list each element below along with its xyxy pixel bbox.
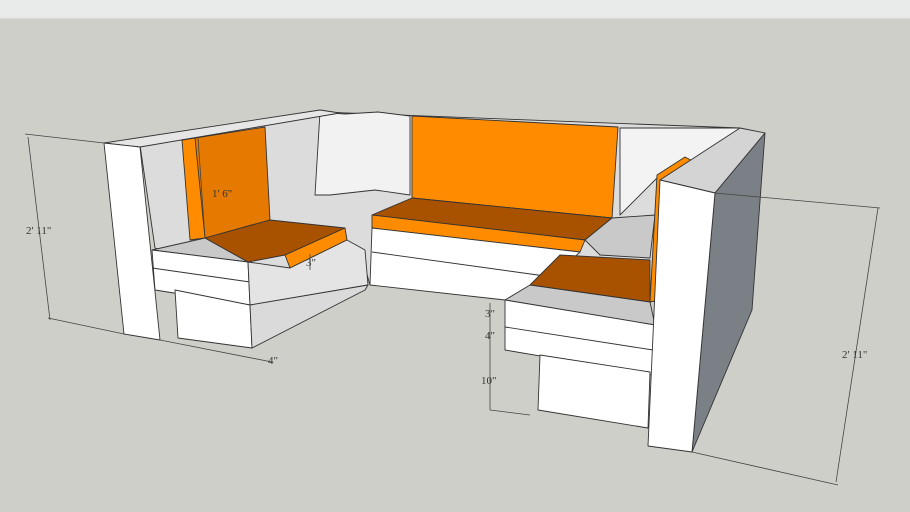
dim-right-base: 10" xyxy=(481,375,497,387)
back-wall-curve xyxy=(314,111,411,196)
dim-left-height: 2' 11" xyxy=(26,225,51,237)
dim-right-height: 2' 11" xyxy=(842,349,867,361)
dim-left-cushion: 3" xyxy=(306,257,316,269)
dim-right-cushion: 3" xyxy=(485,308,495,320)
dim-backrest-height: 1' 6" xyxy=(212,188,232,200)
model-viewport[interactable]: 2' 11" 2' 11" 1' 6" 3" 4" 3" 4" 10" xyxy=(0,0,910,512)
dim-left-base-offset: 4" xyxy=(268,355,278,367)
dim-right-board: 4" xyxy=(485,330,495,342)
